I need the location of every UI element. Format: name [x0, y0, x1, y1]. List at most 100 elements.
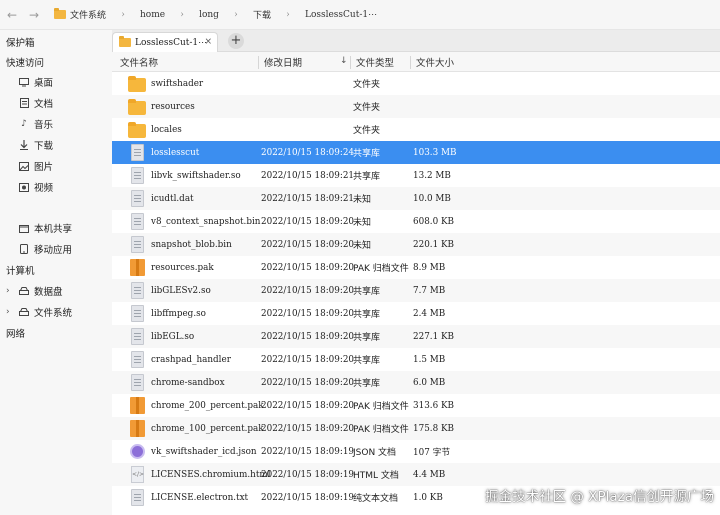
file-date: 2022/10/15 18:09:21: [261, 193, 355, 204]
file-row[interactable]: losslesscut 2022/10/15 18:09:24 共享库 103.3 M…: [112, 141, 720, 164]
file-size: 608.0 KB: [413, 216, 455, 227]
chevron-right-icon: ›: [180, 9, 184, 20]
sidebar-item-mobile-apps[interactable]: 移动应用: [18, 240, 72, 258]
file-type: 纯文本文档: [353, 494, 399, 504]
column-header-type[interactable]: 文件类型: [356, 52, 394, 72]
disk-icon: [18, 287, 30, 295]
column-header-date[interactable]: 修改日期: [264, 52, 302, 72]
file-date: 2022/10/15 18:09:20: [261, 285, 355, 296]
chevron-right-icon[interactable]: ›: [6, 307, 16, 317]
music-icon: ♪: [21, 119, 27, 129]
file-row[interactable]: resources.pak 2022/10/15 18:09:20 PAK 归档文件…: [112, 256, 720, 279]
sidebar-section-network[interactable]: 网络: [6, 324, 25, 342]
file-row[interactable]: snapshot_blob.bin 2022/10/15 18:09:20 未知 22…: [112, 233, 720, 256]
file-row[interactable]: swiftshader 文件夹: [112, 72, 720, 95]
file-icon: [131, 167, 144, 184]
sidebar-item-music[interactable]: ♪ 音乐: [18, 115, 53, 133]
forward-button[interactable]: →: [24, 5, 44, 25]
sidebar-item-desktop[interactable]: 桌面: [18, 73, 53, 91]
file-date: 2022/10/15 18:09:20: [261, 377, 355, 388]
new-tab-button[interactable]: +: [228, 33, 244, 49]
file-date: 2022/10/15 18:09:21: [261, 170, 355, 181]
file-size: 175.8 KB: [413, 423, 455, 434]
file-icon: [131, 144, 144, 161]
file-icon: [131, 282, 144, 299]
file-icon: [131, 374, 144, 391]
file-date: 2022/10/15 18:09:19: [261, 446, 355, 457]
sidebar-item-downloads[interactable]: 下载: [18, 136, 53, 154]
file-name: swiftshader: [151, 78, 204, 89]
file-date: 2022/10/15 18:09:19: [261, 492, 355, 503]
image-icon: [18, 161, 30, 171]
breadcrumb-item-home[interactable]: home ›: [134, 0, 193, 30]
file-size: 1.0 KB: [413, 492, 443, 503]
chevron-right-icon: ›: [234, 9, 238, 20]
file-row[interactable]: libEGL.so 2022/10/15 18:09:20 共享库 227.1 KB: [112, 325, 720, 348]
file-size: 8.9 MB: [413, 262, 446, 273]
folder-icon: [54, 8, 66, 19]
document-icon: [18, 98, 30, 108]
file-name: chrome_200_percent.pak: [151, 400, 264, 411]
sidebar-item-data-disk[interactable]: › 数据盘: [6, 282, 63, 300]
breadcrumb-item-current[interactable]: LosslessCut-1⋯: [299, 0, 383, 30]
file-row[interactable]: chrome-sandbox 2022/10/15 18:09:20 共享库 6.0 …: [112, 371, 720, 394]
file-row[interactable]: icudtl.dat 2022/10/15 18:09:21 未知 10.0 MB: [112, 187, 720, 210]
file-row[interactable]: </> LICENSES.chromium.html 2022/10/15 18:0…: [112, 463, 720, 486]
sidebar-item-file-system[interactable]: › 文件系统: [6, 303, 72, 321]
file-row[interactable]: libffmpeg.so 2022/10/15 18:09:20 共享库 2.4 MB: [112, 302, 720, 325]
file-name: icudtl.dat: [151, 193, 194, 204]
sidebar-item-local-share[interactable]: 本机共享: [18, 219, 72, 237]
file-name: libGLESv2.so: [151, 285, 211, 296]
file-row[interactable]: libvk_swiftshader.so 2022/10/15 18:09:21 共…: [112, 164, 720, 187]
sidebar-item-videos[interactable]: 视频: [18, 178, 53, 196]
column-header-name[interactable]: 文件名称: [120, 52, 158, 72]
column-header-size[interactable]: 文件大小: [416, 52, 454, 72]
file-date: 2022/10/15 18:09:20: [261, 423, 355, 434]
file-size: 107 字节: [413, 448, 451, 458]
file-row[interactable]: chrome_100_percent.pak 2022/10/15 18:09:2…: [112, 417, 720, 440]
file-size: 2.4 MB: [413, 308, 446, 319]
file-date: 2022/10/15 18:09:20: [261, 239, 355, 250]
file-name: resources.pak: [151, 262, 214, 273]
file-row[interactable]: v8_context_snapshot.bin 2022/10/15 18:09:…: [112, 210, 720, 233]
phone-icon: [18, 244, 30, 254]
file-row[interactable]: locales 文件夹: [112, 118, 720, 141]
file-row[interactable]: resources 文件夹: [112, 95, 720, 118]
file-type: 共享库: [353, 287, 381, 297]
file-type: PAK 归档文件: [353, 402, 409, 412]
file-type: 共享库: [353, 333, 381, 343]
download-icon: [18, 140, 30, 150]
file-row[interactable]: vk_swiftshader_icd.json 2022/10/15 18:09:…: [112, 440, 720, 463]
file-row[interactable]: libGLESv2.so 2022/10/15 18:09:20 共享库 7.7 MB: [112, 279, 720, 302]
column-divider[interactable]: [350, 56, 351, 69]
sidebar-section-computer[interactable]: 计算机: [6, 261, 35, 279]
sidebar-item-documents[interactable]: 文档: [18, 94, 53, 112]
file-name: locales: [151, 124, 182, 135]
file-size: 220.1 KB: [413, 239, 455, 250]
column-divider[interactable]: [258, 56, 259, 69]
file-date: 2022/10/15 18:09:20: [261, 331, 355, 342]
tab-losslesscut[interactable]: LosslessCut-1⋯ ×: [112, 32, 218, 52]
sidebar-item-protect[interactable]: 保护箱: [6, 33, 35, 51]
back-button[interactable]: ←: [2, 5, 22, 25]
file-icon: [131, 351, 144, 368]
file-type: 未知: [353, 218, 372, 228]
file-row[interactable]: chrome_200_percent.pak 2022/10/15 18:09:2…: [112, 394, 720, 417]
close-tab-icon[interactable]: ×: [204, 37, 212, 47]
file-type: HTML 文档: [353, 471, 399, 481]
file-type: 共享库: [353, 149, 381, 159]
column-divider[interactable]: [410, 56, 411, 69]
file-size: 227.1 KB: [413, 331, 455, 342]
breadcrumb-item-filesystem[interactable]: 文件系统 ›: [54, 0, 134, 30]
breadcrumb-item-long[interactable]: long ›: [193, 0, 247, 30]
file-row[interactable]: crashpad_handler 2022/10/15 18:09:20 共享库 1.…: [112, 348, 720, 371]
sidebar-item-pictures[interactable]: 图片: [18, 157, 53, 175]
folder-icon: [128, 122, 146, 138]
breadcrumb-item-downloads[interactable]: 下载 ›: [247, 0, 299, 30]
chevron-right-icon[interactable]: ›: [6, 286, 16, 296]
file-date: 2022/10/15 18:09:20: [261, 262, 355, 273]
file-size: 1.5 MB: [413, 354, 446, 365]
folder-icon: [119, 36, 131, 47]
file-pane: LosslessCut-1⋯ × + 文件名称 修改日期 ↓ 文件类型 文件大小…: [112, 30, 720, 515]
file-name: LICENSES.chromium.html: [151, 469, 271, 480]
